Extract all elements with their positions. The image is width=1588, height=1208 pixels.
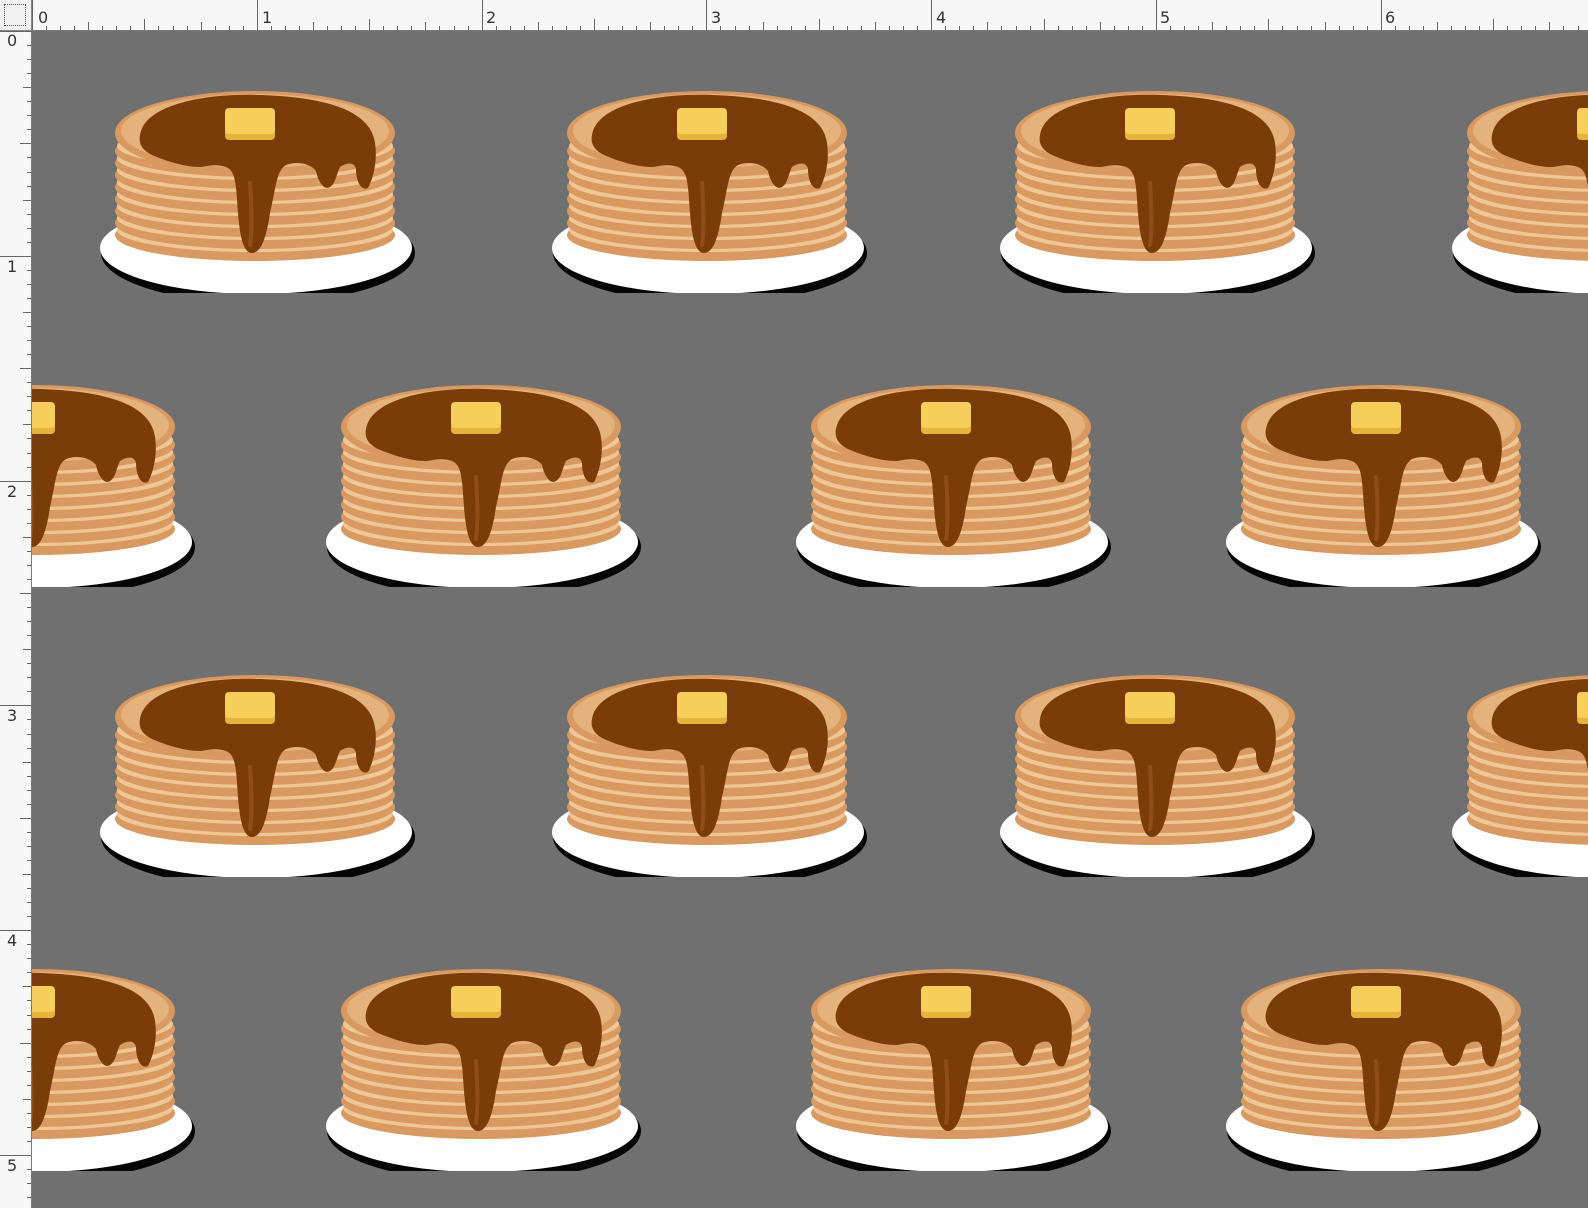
- pancake-stack-2: [1000, 63, 1320, 303]
- pancake-stack-10: [1000, 647, 1320, 887]
- pancake-stack-3: [1452, 63, 1588, 303]
- ruler-top-label-0: 0: [38, 8, 49, 27]
- pancake-stack-7: [1226, 357, 1546, 597]
- pattern-canvas[interactable]: [32, 31, 1588, 1208]
- pancake-stack-6: [796, 357, 1116, 597]
- pancake-stack-5: [326, 357, 646, 597]
- ruler-left-label-0: 0: [7, 31, 18, 50]
- ruler-top-label-4: 4: [936, 8, 947, 27]
- pancake-stack-13: [326, 941, 646, 1181]
- ruler-top-label-1: 1: [262, 8, 273, 27]
- ruler-left-label-3: 3: [7, 706, 18, 725]
- pancake-stack-1: [552, 63, 872, 303]
- ruler-origin-icon: [4, 4, 26, 26]
- ruler-top-label-3: 3: [711, 8, 722, 27]
- ruler-top-label-6: 6: [1385, 8, 1396, 27]
- pancake-stack-0: [100, 63, 420, 303]
- vertical-ruler[interactable]: 0 1 2 3 4 5: [0, 31, 32, 1208]
- pancake-stack-4: [32, 357, 200, 597]
- pancake-stack-9: [552, 647, 872, 887]
- ruler-top-label-5: 5: [1160, 8, 1171, 27]
- vertical-ruler-ticks: [0, 31, 31, 1198]
- pancake-stack-8: [100, 647, 420, 887]
- pancake-stack-15: [1226, 941, 1546, 1181]
- ruler-left-label-2: 2: [7, 482, 18, 501]
- pancake-stack-12: [32, 941, 200, 1181]
- pancake-stack-14: [796, 941, 1116, 1181]
- ruler-corner[interactable]: [0, 0, 32, 31]
- horizontal-ruler[interactable]: 0 1 2 3 4 5 6: [32, 0, 1588, 31]
- pancake-stack-11: [1452, 647, 1588, 887]
- ruler-left-label-4: 4: [7, 931, 18, 950]
- ruler-left-label-5: 5: [7, 1156, 18, 1175]
- ruler-top-label-2: 2: [486, 8, 497, 27]
- ruler-left-label-1: 1: [7, 257, 18, 276]
